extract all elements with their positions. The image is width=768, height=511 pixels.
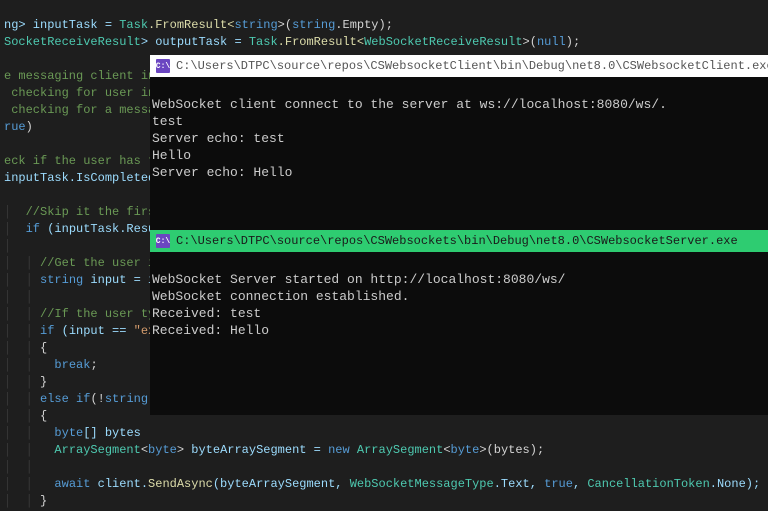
editor-line: │ │ ArraySegment<byte> byteArraySegment … <box>4 443 544 457</box>
editor-line: checking for user in <box>4 86 155 100</box>
editor-line: rue) <box>4 120 33 134</box>
client-console-window[interactable]: C:\ C:\Users\DTPC\source\repos\CSWebsock… <box>150 55 768 230</box>
console-icon: C:\ <box>156 234 170 248</box>
editor-line: │ if (inputTask.Result <box>4 222 170 236</box>
console-line: Server echo: test <box>152 131 285 146</box>
server-console-body[interactable]: WebSocket Server started on http://local… <box>150 252 768 358</box>
editor-line: │ │ <box>4 460 33 474</box>
client-console-title: C:\Users\DTPC\source\repos\CSWebsocketCl… <box>176 58 768 75</box>
editor-line: e messaging client in <box>4 69 155 83</box>
editor-line: │ │ //If the user typ <box>4 307 162 321</box>
editor-line: │ <box>4 239 11 253</box>
editor-line: │ │ } <box>4 375 47 389</box>
console-line: Server echo: Hello <box>152 165 292 180</box>
editor-line: checking for a messa <box>4 103 155 117</box>
editor-line: inputTask.IsCompleted <box>4 171 155 185</box>
client-console-body[interactable]: WebSocket client connect to the server a… <box>150 77 768 200</box>
editor-line: │ │ //Get the user in <box>4 256 162 270</box>
console-line: Received: test <box>152 306 261 321</box>
editor-line: │ │ } <box>4 494 47 508</box>
console-line: Hello <box>152 148 191 163</box>
editor-line: │ │ byte[] bytes <box>4 426 141 440</box>
server-console-titlebar[interactable]: C:\ C:\Users\DTPC\source\repos\CSWebsock… <box>150 230 768 252</box>
editor-line: SocketReceiveResult> outputTask = Task.F… <box>4 35 580 49</box>
editor-line: │ │ await client.SendAsync(byteArraySegm… <box>4 477 760 491</box>
console-line: WebSocket Server started on http://local… <box>152 272 565 287</box>
editor-line: eck if the user has t <box>4 154 155 168</box>
client-console-titlebar[interactable]: C:\ C:\Users\DTPC\source\repos\CSWebsock… <box>150 55 768 77</box>
console-line: test <box>152 114 183 129</box>
editor-line: │ │ <box>4 290 33 304</box>
editor-line: │ │ { <box>4 341 47 355</box>
editor-line: │ │ break; <box>4 358 98 372</box>
server-console-title: C:\Users\DTPC\source\repos\CSWebsockets\… <box>176 233 738 250</box>
editor-line: │ │ { <box>4 409 47 423</box>
server-console-window[interactable]: C:\ C:\Users\DTPC\source\repos\CSWebsock… <box>150 230 768 415</box>
editor-line: │ │ string input = in <box>4 273 162 287</box>
console-line: WebSocket client connect to the server a… <box>152 97 667 112</box>
editor-line: │ │ if (input == "exi <box>4 324 162 338</box>
console-icon: C:\ <box>156 59 170 73</box>
console-line: WebSocket connection established. <box>152 289 409 304</box>
editor-line: │ │ else if(!string.I <box>4 392 162 406</box>
editor-line: ng> inputTask = Task.FromResult<string>(… <box>4 18 393 32</box>
console-line: Received: Hello <box>152 323 269 338</box>
